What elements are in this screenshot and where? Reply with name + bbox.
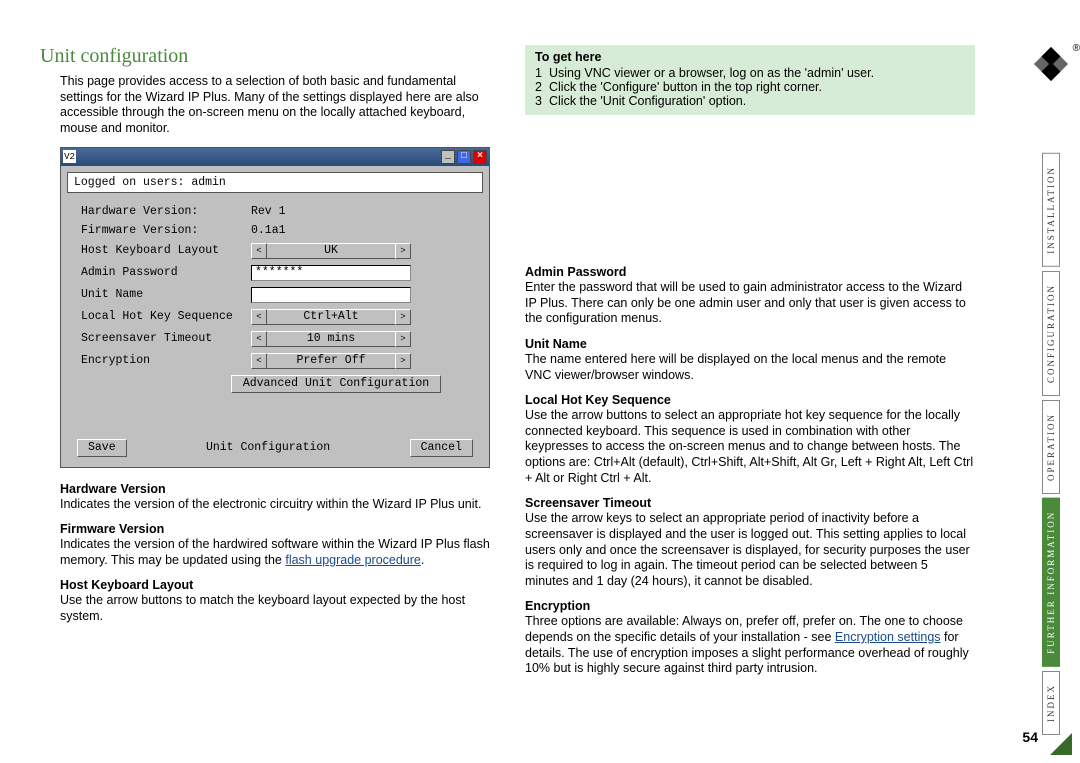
- tab-operation[interactable]: OPERATION: [1042, 400, 1060, 494]
- dialog-footer-label: Unit Configuration: [206, 441, 330, 454]
- lhk-body: Use the arrow buttons to select an appro…: [525, 408, 975, 486]
- hk-section-body: Use the arrow buttons to match the keybo…: [60, 593, 495, 624]
- page-title: Unit configuration: [40, 45, 495, 68]
- corner-decoration-icon: [1050, 733, 1072, 755]
- flash-upgrade-link[interactable]: flash upgrade procedure: [285, 553, 421, 567]
- encryption-label: Encryption: [81, 354, 251, 367]
- fw-ver-label: Firmware Version:: [81, 224, 251, 237]
- hk-section-title: Host Keyboard Layout: [60, 578, 495, 592]
- host-kb-value: UK: [267, 243, 395, 259]
- to-get-here-box: To get here 1Using VNC viewer or a brows…: [525, 45, 975, 115]
- hw-ver-label: Hardware Version:: [81, 205, 251, 218]
- un-title: Unit Name: [525, 337, 975, 351]
- ss-timeout-label: Screensaver Timeout: [81, 332, 251, 345]
- st-title: Screensaver Timeout: [525, 496, 975, 510]
- advanced-config-button[interactable]: Advanced Unit Configuration: [231, 375, 441, 393]
- hw-ver-value: Rev 1: [251, 205, 286, 218]
- hint-title: To get here: [535, 50, 965, 64]
- brand-logo-icon: ®: [1032, 45, 1070, 83]
- unit-name-field[interactable]: [251, 287, 411, 303]
- ss-prev-button[interactable]: <: [251, 331, 267, 347]
- page-number: 54: [1022, 729, 1038, 745]
- tab-installation[interactable]: INSTALLATION: [1042, 153, 1060, 267]
- fw-section-body: Indicates the version of the hardwired s…: [60, 537, 495, 568]
- ss-next-button[interactable]: >: [395, 331, 411, 347]
- hotkey-label: Local Hot Key Sequence: [81, 310, 251, 323]
- hotkey-value: Ctrl+Alt: [267, 309, 395, 325]
- hint-step-2: Click the 'Configure' button in the top …: [549, 80, 822, 94]
- hint-step-1: Using VNC viewer or a browser, log on as…: [549, 66, 874, 80]
- hint-step-3: Click the 'Unit Configuration' option.: [549, 94, 746, 108]
- dialog-titlebar: V2 _ □ ×: [61, 148, 489, 166]
- tab-further-information[interactable]: FURTHER INFORMATION: [1042, 498, 1060, 667]
- unit-config-dialog: V2 _ □ × Logged on users: admin Hardware…: [60, 147, 490, 468]
- enc-title: Encryption: [525, 599, 975, 613]
- close-button[interactable]: ×: [473, 150, 487, 164]
- encryption-settings-link[interactable]: Encryption settings: [835, 630, 941, 644]
- enc-body: Three options are available: Always on, …: [525, 614, 975, 677]
- unit-name-label: Unit Name: [81, 288, 251, 301]
- fw-section-title: Firmware Version: [60, 522, 495, 536]
- ap-title: Admin Password: [525, 265, 975, 279]
- logged-on-users: Logged on users: admin: [67, 172, 483, 193]
- hw-section-title: Hardware Version: [60, 482, 495, 496]
- hotkey-prev-button[interactable]: <: [251, 309, 267, 325]
- un-body: The name entered here will be displayed …: [525, 352, 975, 383]
- host-kb-prev-button[interactable]: <: [251, 243, 267, 259]
- fw-body-b: .: [421, 553, 424, 567]
- enc-value: Prefer Off: [267, 353, 395, 369]
- intro-text: This page provides access to a selection…: [60, 74, 495, 137]
- hotkey-next-button[interactable]: >: [395, 309, 411, 325]
- dialog-app-icon: V2: [63, 150, 76, 163]
- side-nav: ® INSTALLATION CONFIGURATION OPERATION F…: [1032, 45, 1070, 739]
- host-kb-label: Host Keyboard Layout: [81, 244, 251, 257]
- host-kb-next-button[interactable]: >: [395, 243, 411, 259]
- enc-prev-button[interactable]: <: [251, 353, 267, 369]
- fw-body-a: Indicates the version of the hardwired s…: [60, 537, 490, 567]
- hw-section-body: Indicates the version of the electronic …: [60, 497, 495, 513]
- lhk-title: Local Hot Key Sequence: [525, 393, 975, 407]
- minimize-button[interactable]: _: [441, 150, 455, 164]
- cancel-button[interactable]: Cancel: [410, 439, 473, 457]
- tab-index[interactable]: INDEX: [1042, 671, 1060, 735]
- st-body: Use the arrow keys to select an appropri…: [525, 511, 975, 589]
- tab-configuration[interactable]: CONFIGURATION: [1042, 271, 1060, 396]
- maximize-button[interactable]: □: [457, 150, 471, 164]
- fw-ver-value: 0.1a1: [251, 224, 286, 237]
- admin-pw-label: Admin Password: [81, 266, 251, 279]
- save-button[interactable]: Save: [77, 439, 127, 457]
- admin-pw-field[interactable]: *******: [251, 265, 411, 281]
- enc-next-button[interactable]: >: [395, 353, 411, 369]
- ss-value: 10 mins: [267, 331, 395, 347]
- ap-body: Enter the password that will be used to …: [525, 280, 975, 327]
